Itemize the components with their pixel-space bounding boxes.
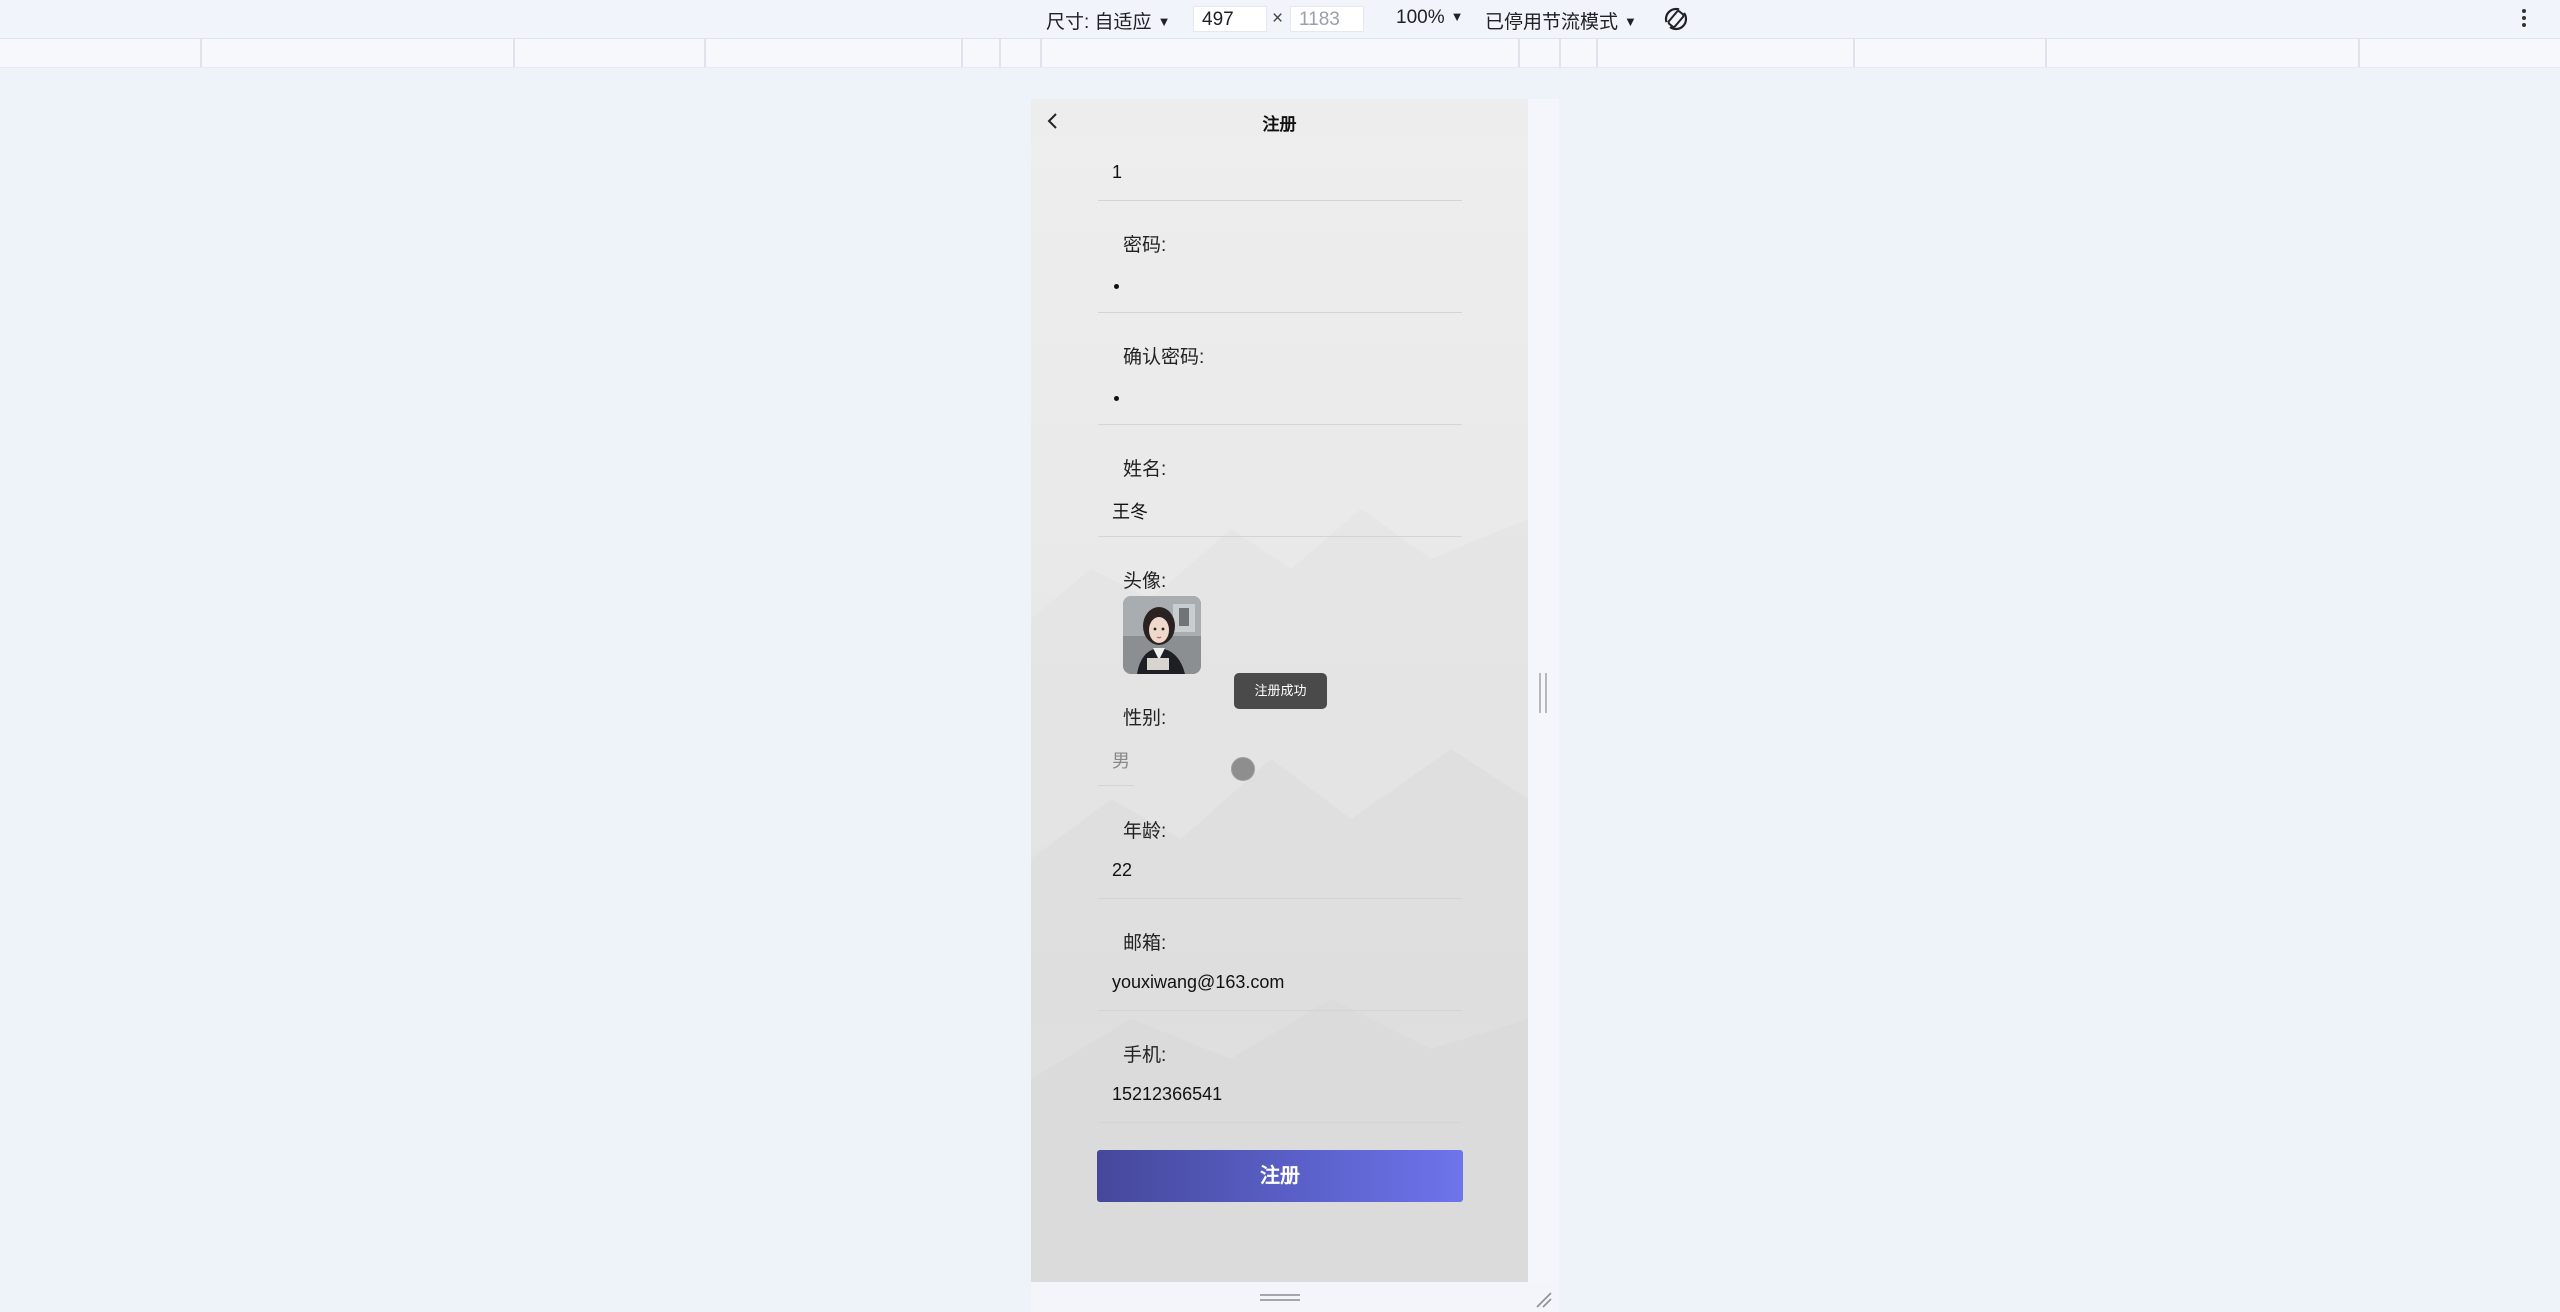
times-symbol: × [1272,8,1284,29]
device-toolbar: 尺寸: 自适应 ▼ 497 × 1183 100% ▼ 已停用节流模式 ▼ [0,0,2560,39]
field-divider [1098,898,1462,899]
register-button[interactable]: 注册 [1097,1150,1463,1202]
touch-cursor-indicator [1231,757,1255,781]
gender-label: 性别: [1123,708,1167,729]
page-title: 注册 [1262,115,1297,134]
caret-down-icon: ▼ [1624,14,1637,29]
field-divider [1098,200,1462,201]
throttle-label: 已停用节流模式 [1485,12,1619,33]
password-label: 密码: [1123,235,1167,256]
more-vert-icon[interactable] [2520,6,2528,32]
field-divider [1098,536,1462,537]
confirm-password-input[interactable] [1114,396,1119,401]
device-viewport: 注册 1 密码: 确认密码: 姓名: 王冬 头像: 注册成功 性别: 男 年龄:… [1031,99,1528,1282]
ruler-segment[interactable] [200,39,202,67]
media-query-ruler [0,39,2560,68]
ruler-segment[interactable] [1559,39,1561,67]
ruler-segment[interactable] [961,39,963,67]
throttle-dropdown[interactable]: 已停用节流模式 ▼ [1485,7,1637,34]
caret-down-icon: ▼ [1450,9,1464,24]
email-input[interactable]: youxiwang@163.com [1112,972,1284,993]
phone-label: 手机: [1123,1045,1167,1066]
name-input[interactable]: 王冬 [1112,498,1148,524]
zoom-label: 100% [1396,7,1445,28]
avatar-image[interactable] [1123,596,1201,674]
age-label: 年龄: [1123,821,1167,842]
confirm-password-label: 确认密码: [1123,347,1205,368]
gender-picker[interactable]: 男 [1112,747,1130,773]
ruler-segment[interactable] [2045,39,2047,67]
success-toast: 注册成功 [1234,673,1327,709]
field-divider [1098,424,1462,425]
resize-handle-bottom[interactable] [1260,1294,1300,1302]
ruler-segment[interactable] [1596,39,1598,67]
age-input[interactable]: 22 [1112,860,1132,881]
ruler-segment[interactable] [513,39,515,67]
width-input[interactable]: 497 [1193,6,1267,32]
dimensions-label: 尺寸: 自适应 [1046,12,1152,33]
field-divider [1098,785,1134,786]
field-divider [1098,1010,1462,1011]
ruler-segment[interactable] [704,39,706,67]
password-input[interactable] [1114,284,1119,289]
resize-handle-right[interactable] [1539,673,1547,713]
resize-corner-icon[interactable] [1533,1289,1553,1309]
navigation-bar: 注册 [1031,99,1528,143]
account-input[interactable]: 1 [1112,162,1122,183]
ruler-segment[interactable] [1853,39,1855,67]
field-divider [1098,1122,1462,1123]
phone-input[interactable]: 15212366541 [1112,1084,1222,1105]
ruler-segment[interactable] [2358,39,2360,67]
caret-down-icon: ▼ [1157,14,1171,29]
ruler-segment[interactable] [1518,39,1520,67]
dimensions-dropdown[interactable]: 尺寸: 自适应 ▼ [1046,7,1170,34]
ruler-segment[interactable] [1040,39,1042,67]
height-input[interactable]: 1183 [1290,6,1364,32]
avatar-label: 头像: [1123,571,1167,592]
field-divider [1098,312,1462,313]
email-label: 邮箱: [1123,933,1167,954]
name-label: 姓名: [1123,459,1167,480]
ruler-segment[interactable] [999,39,1001,67]
rotate-icon[interactable] [1662,5,1690,33]
zoom-dropdown[interactable]: 100% ▼ [1396,7,1463,29]
